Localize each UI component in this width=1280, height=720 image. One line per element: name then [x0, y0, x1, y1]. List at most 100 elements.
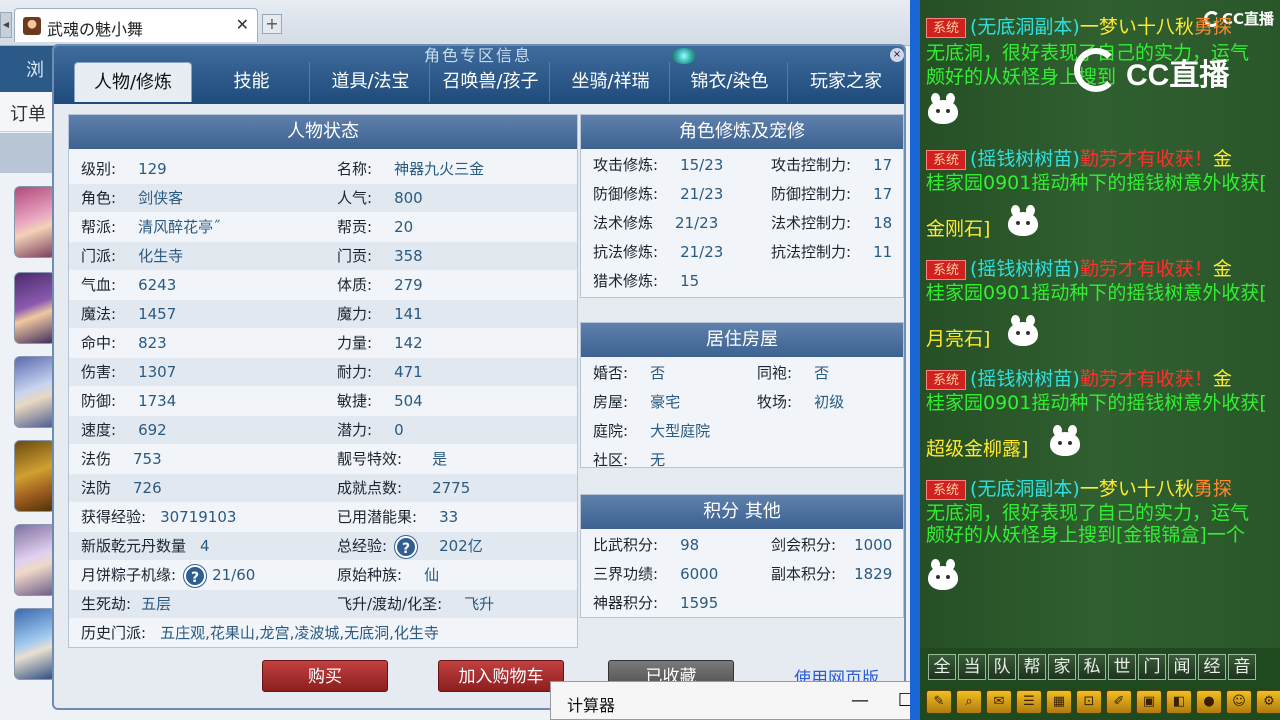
page-nav-item[interactable]: 浏 — [26, 56, 44, 82]
character-avatar[interactable] — [14, 272, 56, 344]
minimize-button[interactable]: — — [837, 686, 883, 716]
team-icon[interactable]: ▦ — [1046, 690, 1072, 714]
stat-row: 潜力: 0 — [337, 416, 404, 444]
stat-row: 获得经验: 30719103 — [81, 503, 236, 531]
character-avatar[interactable] — [14, 440, 56, 512]
note-icon[interactable]: ✉ — [986, 690, 1012, 714]
stat-row: 门贡: 358 — [337, 242, 423, 270]
stat-row: 靓号特效: 是 — [337, 445, 447, 473]
search-icon[interactable]: ⌕ — [956, 690, 982, 714]
browser-tab-bar: ◀ 武魂の魅小舞 ✕ + — [0, 0, 910, 46]
add-to-cart-button[interactable]: 加入购物车 — [438, 660, 564, 692]
buy-button[interactable]: 购买 — [262, 660, 388, 692]
page-nav-bar: 浏 — [0, 46, 60, 92]
settings-icon[interactable]: ⚙ — [1256, 690, 1280, 714]
stat-label: 新版乾元丹数量 — [81, 537, 187, 555]
chat-item-name: 月亮石] — [926, 328, 991, 350]
tab-scroll-left-button[interactable]: ◀ — [0, 12, 12, 38]
folder-icon[interactable]: ▣ — [1136, 690, 1162, 714]
stat-value: 4 — [200, 537, 210, 555]
stat-label: 攻击修炼: — [593, 156, 659, 174]
friends-icon[interactable]: ☰ — [1016, 690, 1042, 714]
character-avatar[interactable] — [14, 186, 56, 258]
channel-button[interactable]: 私 — [1078, 654, 1106, 680]
channel-button[interactable]: 经 — [1198, 654, 1226, 680]
stat-label: 原始种族: — [337, 566, 403, 584]
backpack-icon[interactable]: ◧ — [1166, 690, 1192, 714]
character-avatar[interactable] — [14, 356, 56, 428]
stat-row: 副本积分: 1829 — [771, 560, 892, 588]
player-name: 金 — [1212, 148, 1232, 170]
close-icon[interactable]: × — [890, 48, 904, 62]
system-tag: 系统 — [926, 17, 967, 38]
tab-items[interactable]: 道具/法宝 — [312, 62, 430, 102]
stat-label: 总经验: — [337, 537, 388, 555]
stat-row: 帮贡: 20 — [337, 213, 413, 241]
stat-value: 化生寺 — [138, 247, 184, 265]
channel-button[interactable]: 全 — [928, 654, 956, 680]
stat-label: 防御控制力: — [771, 185, 852, 203]
character-avatar[interactable] — [14, 524, 56, 596]
lock-icon[interactable]: ⊡ — [1076, 690, 1102, 714]
stat-label: 耐力: — [337, 363, 373, 381]
stat-value: 0 — [394, 421, 404, 439]
chat-message: 系统 (摇钱树树苗)勤劳才有收获！金 — [926, 256, 1232, 282]
stat-value: 15/23 — [680, 156, 724, 174]
chat-message-body: 桂家园0901摇动种下的摇钱树意外收获[ — [926, 392, 1267, 414]
channel-button[interactable]: 帮 — [1018, 654, 1046, 680]
stat-row: 房屋: 豪宅 — [593, 388, 680, 416]
chat-message: 系统 (无底洞副本)一梦い十八秋勇探 — [926, 476, 1232, 502]
stat-label: 抗法修炼: — [593, 243, 659, 261]
chat-log[interactable]: CC直播 系统 (无底洞副本)一梦い十八秋勇探 无底洞，很好表现了自己的实力，运气… — [920, 0, 1280, 648]
browser-tab[interactable]: 武魂の魅小舞 ✕ — [14, 8, 258, 42]
stat-row: 攻击修炼: 15/23 — [593, 151, 723, 179]
system-icon[interactable]: ☺ — [1226, 690, 1252, 714]
channel-button[interactable]: 家 — [1048, 654, 1076, 680]
stat-value: 1307 — [138, 363, 177, 381]
tab-mounts[interactable]: 坐骑/祥瑞 — [552, 62, 670, 102]
bunny-emote-icon — [928, 559, 958, 590]
stat-row: 剑会积分: 1000 — [771, 531, 892, 559]
tab-character-training[interactable]: 人物/修炼 — [74, 62, 192, 102]
player-name: 一梦い十八秋 — [1079, 16, 1194, 38]
brush-icon[interactable]: ✐ — [1106, 690, 1132, 714]
stat-row: 敏捷: 504 — [337, 387, 423, 415]
stat-row: 法伤 753 — [81, 445, 162, 473]
section-title: 居住房屋 — [581, 323, 903, 357]
stat-value: 142 — [394, 334, 423, 352]
stat-label: 比武积分: — [593, 536, 659, 554]
calculator-title: 计算器 — [567, 696, 616, 715]
tab-outfits[interactable]: 锦衣/染色 — [672, 62, 788, 102]
channel-button[interactable]: 闻 — [1168, 654, 1196, 680]
stat-value: 飞升 — [464, 595, 495, 613]
bunny-emote-icon — [928, 93, 958, 124]
stat-row: 攻击控制力: 17 — [771, 151, 892, 179]
channel-button[interactable]: 世 — [1108, 654, 1136, 680]
chat-bubble-icon[interactable]: ● — [1196, 690, 1222, 714]
tab-player-home[interactable]: 玩家之家 — [790, 62, 902, 102]
cc-live-logo: CC直播 — [1074, 48, 1244, 92]
lock-icon[interactable]: ✎ — [926, 690, 952, 714]
stat-label: 法术控制力: — [771, 214, 852, 232]
tab-pets[interactable]: 召唤兽/孩子 — [432, 62, 550, 102]
page-order-link[interactable]: 订单 — [10, 100, 46, 126]
cc-logo-icon — [1074, 48, 1118, 92]
stat-row: 级别: 129 — [81, 155, 167, 183]
channel-button[interactable]: 当 — [958, 654, 986, 680]
stat-label: 神器积分: — [593, 594, 659, 612]
help-icon[interactable]: ? — [395, 535, 418, 558]
character-avatar[interactable] — [14, 608, 56, 680]
stat-label: 飞升/渡劫/化圣: — [337, 595, 443, 613]
score-section: 积分 其他 比武积分: 98 剑会积分: 1000 三界功绩: 6000 副本积分: 1829… — [580, 494, 904, 618]
section-title: 人物状态 — [69, 115, 577, 149]
stat-row: 已用潜能果: 33 — [337, 503, 458, 531]
tab-skills[interactable]: 技能 — [194, 62, 310, 102]
new-tab-button[interactable]: + — [262, 14, 282, 34]
stat-label: 帮贡: — [337, 218, 373, 236]
channel-button[interactable]: 音 — [1228, 654, 1256, 680]
tab-close-icon[interactable]: ✕ — [236, 15, 249, 34]
channel-button[interactable]: 队 — [988, 654, 1016, 680]
help-icon[interactable]: ? — [184, 564, 207, 587]
stat-row: 魔法: 1457 — [81, 300, 176, 328]
channel-button[interactable]: 门 — [1138, 654, 1166, 680]
